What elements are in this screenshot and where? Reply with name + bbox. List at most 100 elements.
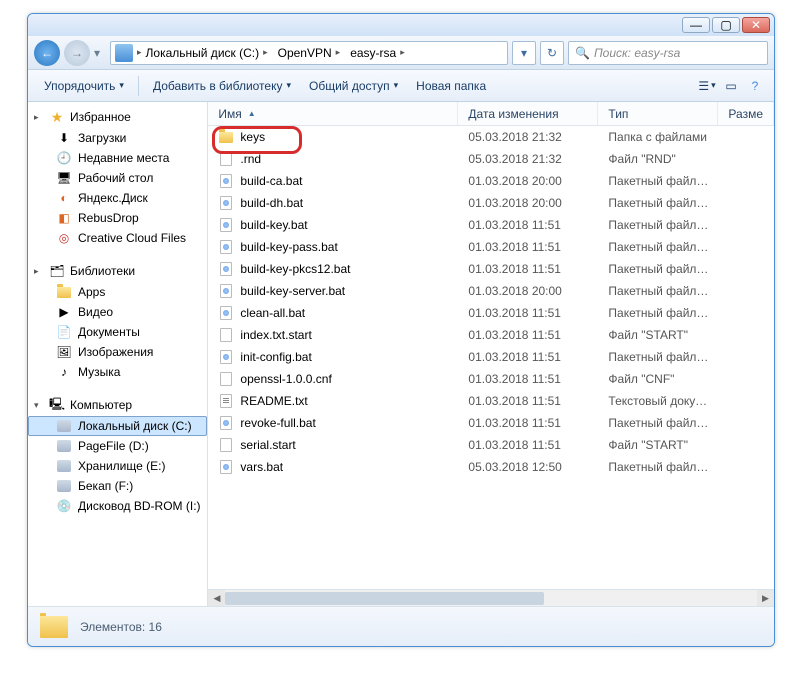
file-row[interactable]: revoke-full.bat01.03.2018 11:51Пакетный … — [208, 412, 774, 434]
sidebar-group-computer[interactable]: ▾🖳Компьютер — [28, 394, 207, 416]
file-icon — [218, 305, 234, 321]
file-type: Текстовый докум... — [598, 394, 718, 408]
sidebar-item-ccfiles[interactable]: ◎Creative Cloud Files — [28, 228, 207, 248]
sidebar-item-desktop[interactable]: 🖥Рабочий стол — [28, 168, 207, 188]
column-date[interactable]: Дата изменения — [458, 102, 598, 125]
forward-button[interactable]: → — [64, 40, 90, 66]
file-name: build-key-server.bat — [240, 284, 345, 298]
file-icon — [218, 239, 234, 255]
breadcrumb-segment[interactable]: Локальный диск (C:)▸ — [142, 46, 274, 60]
file-date: 01.03.2018 11:51 — [458, 306, 598, 320]
organize-button[interactable]: Упорядочить▾ — [36, 75, 132, 97]
file-row[interactable]: clean-all.bat01.03.2018 11:51Пакетный фа… — [208, 302, 774, 324]
file-date: 05.03.2018 12:50 — [458, 460, 598, 474]
file-row[interactable]: .rnd05.03.2018 21:32Файл "RND" — [208, 148, 774, 170]
disc-icon: 💿 — [56, 498, 72, 514]
toolbar: Упорядочить▾ Добавить в библиотеку▾ Общи… — [28, 70, 774, 102]
sidebar-item-video[interactable]: ▶Видео — [28, 302, 207, 322]
column-headers: Имя▲ Дата изменения Тип Разме — [208, 102, 774, 126]
breadcrumb-segment[interactable]: OpenVPN▸ — [274, 46, 347, 60]
scroll-right-button[interactable]: ▶ — [757, 590, 774, 606]
close-button[interactable]: ✕ — [742, 17, 770, 33]
file-date: 01.03.2018 11:51 — [458, 416, 598, 430]
search-placeholder: Поиск: easy-rsa — [594, 46, 680, 60]
music-icon: ♪ — [56, 364, 72, 380]
nav-dropdown-icon[interactable]: ▾ — [94, 46, 106, 60]
file-row[interactable]: build-key-server.bat01.03.2018 20:00Паке… — [208, 280, 774, 302]
file-name: vars.bat — [240, 460, 283, 474]
include-library-button[interactable]: Добавить в библиотеку▾ — [145, 75, 299, 97]
sidebar-item-drive-d[interactable]: PageFile (D:) — [28, 436, 207, 456]
content-area: ▸★Избранное ⬇Загрузки 🕘Недавние места 🖥Р… — [28, 102, 774, 606]
sidebar-item-drive-c[interactable]: Локальный диск (C:) — [28, 416, 207, 436]
file-icon — [218, 327, 234, 343]
yandex-icon: ◐ — [56, 190, 72, 206]
file-row[interactable]: build-key.bat01.03.2018 11:51Пакетный фа… — [208, 214, 774, 236]
file-row[interactable]: README.txt01.03.2018 11:51Текстовый доку… — [208, 390, 774, 412]
sidebar-item-drive-e[interactable]: Хранилище (E:) — [28, 456, 207, 476]
file-row[interactable]: keys05.03.2018 21:32Папка с файлами — [208, 126, 774, 148]
back-button[interactable]: ← — [34, 40, 60, 66]
search-input[interactable]: 🔍 Поиск: easy-rsa — [568, 41, 768, 65]
preview-pane-button[interactable]: ▭ — [720, 75, 742, 97]
file-row[interactable]: init-config.bat01.03.2018 11:51Пакетный … — [208, 346, 774, 368]
share-button[interactable]: Общий доступ▾ — [301, 75, 406, 97]
new-folder-button[interactable]: Новая папка — [408, 75, 494, 97]
sidebar-group-libraries[interactable]: ▸🗂Библиотеки — [28, 260, 207, 282]
sidebar-item-bdrom[interactable]: 💿Дисковод BD-ROM (I:) — [28, 496, 207, 516]
search-icon: 🔍 — [575, 46, 590, 60]
creative-cloud-icon: ◎ — [56, 230, 72, 246]
libraries-icon: 🗂 — [48, 262, 66, 280]
file-row[interactable]: build-dh.bat01.03.2018 20:00Пакетный фай… — [208, 192, 774, 214]
file-row[interactable]: build-key-pkcs12.bat01.03.2018 11:51Паке… — [208, 258, 774, 280]
file-type: Пакетный файл ... — [598, 262, 718, 276]
sidebar-item-apps[interactable]: Apps — [28, 282, 207, 302]
file-name: .rnd — [240, 152, 261, 166]
file-row[interactable]: openssl-1.0.0.cnf01.03.2018 11:51Файл "C… — [208, 368, 774, 390]
folder-icon — [38, 611, 70, 643]
file-row[interactable]: build-ca.bat01.03.2018 20:00Пакетный фай… — [208, 170, 774, 192]
history-dropdown[interactable]: ▾ — [512, 41, 536, 65]
rebusdrop-icon: ◧ — [56, 210, 72, 226]
navbar: ← → ▾ ▸ Локальный диск (C:)▸ OpenVPN▸ ea… — [28, 36, 774, 70]
file-icon — [218, 437, 234, 453]
file-name: openssl-1.0.0.cnf — [240, 372, 331, 386]
sidebar-item-drive-f[interactable]: Бекап (F:) — [28, 476, 207, 496]
file-icon — [218, 415, 234, 431]
file-type: Пакетный файл ... — [598, 240, 718, 254]
sidebar-item-yandex[interactable]: ◐Яндекс.Диск — [28, 188, 207, 208]
sidebar-item-downloads[interactable]: ⬇Загрузки — [28, 128, 207, 148]
minimize-button[interactable]: — — [682, 17, 710, 33]
file-date: 01.03.2018 11:51 — [458, 372, 598, 386]
file-date: 05.03.2018 21:32 — [458, 130, 598, 144]
file-name: build-ca.bat — [240, 174, 302, 188]
file-row[interactable]: serial.start01.03.2018 11:51Файл "START" — [208, 434, 774, 456]
sidebar-item-recent[interactable]: 🕘Недавние места — [28, 148, 207, 168]
sidebar-item-documents[interactable]: 📄Документы — [28, 322, 207, 342]
file-row[interactable]: index.txt.start01.03.2018 11:51Файл "STA… — [208, 324, 774, 346]
breadcrumb-segment[interactable]: easy-rsa▸ — [346, 46, 411, 60]
maximize-button[interactable]: ▢ — [712, 17, 740, 33]
file-type: Пакетный файл ... — [598, 284, 718, 298]
file-row[interactable]: build-key-pass.bat01.03.2018 11:51Пакетн… — [208, 236, 774, 258]
column-type[interactable]: Тип — [598, 102, 718, 125]
help-button[interactable]: ? — [744, 75, 766, 97]
file-icon — [218, 349, 234, 365]
breadcrumb[interactable]: ▸ Локальный диск (C:)▸ OpenVPN▸ easy-rsa… — [110, 41, 508, 65]
sidebar-item-rebusdrop[interactable]: ◧RebusDrop — [28, 208, 207, 228]
scroll-thumb[interactable] — [225, 592, 544, 605]
sidebar-item-pictures[interactable]: 🖼Изображения — [28, 342, 207, 362]
file-date: 01.03.2018 11:51 — [458, 262, 598, 276]
horizontal-scrollbar[interactable]: ◀ ▶ — [208, 589, 774, 606]
drive-icon — [115, 44, 133, 62]
sidebar-group-favorites[interactable]: ▸★Избранное — [28, 106, 207, 128]
refresh-button[interactable]: ↻ — [540, 41, 564, 65]
sidebar-item-music[interactable]: ♪Музыка — [28, 362, 207, 382]
scroll-left-button[interactable]: ◀ — [208, 590, 225, 606]
view-options-button[interactable]: ☰▾ — [696, 75, 718, 97]
file-row[interactable]: vars.bat05.03.2018 12:50Пакетный файл ..… — [208, 456, 774, 478]
status-count: 16 — [149, 620, 162, 634]
column-size[interactable]: Разме — [718, 102, 774, 125]
file-type: Папка с файлами — [598, 130, 718, 144]
column-name[interactable]: Имя▲ — [208, 102, 458, 125]
